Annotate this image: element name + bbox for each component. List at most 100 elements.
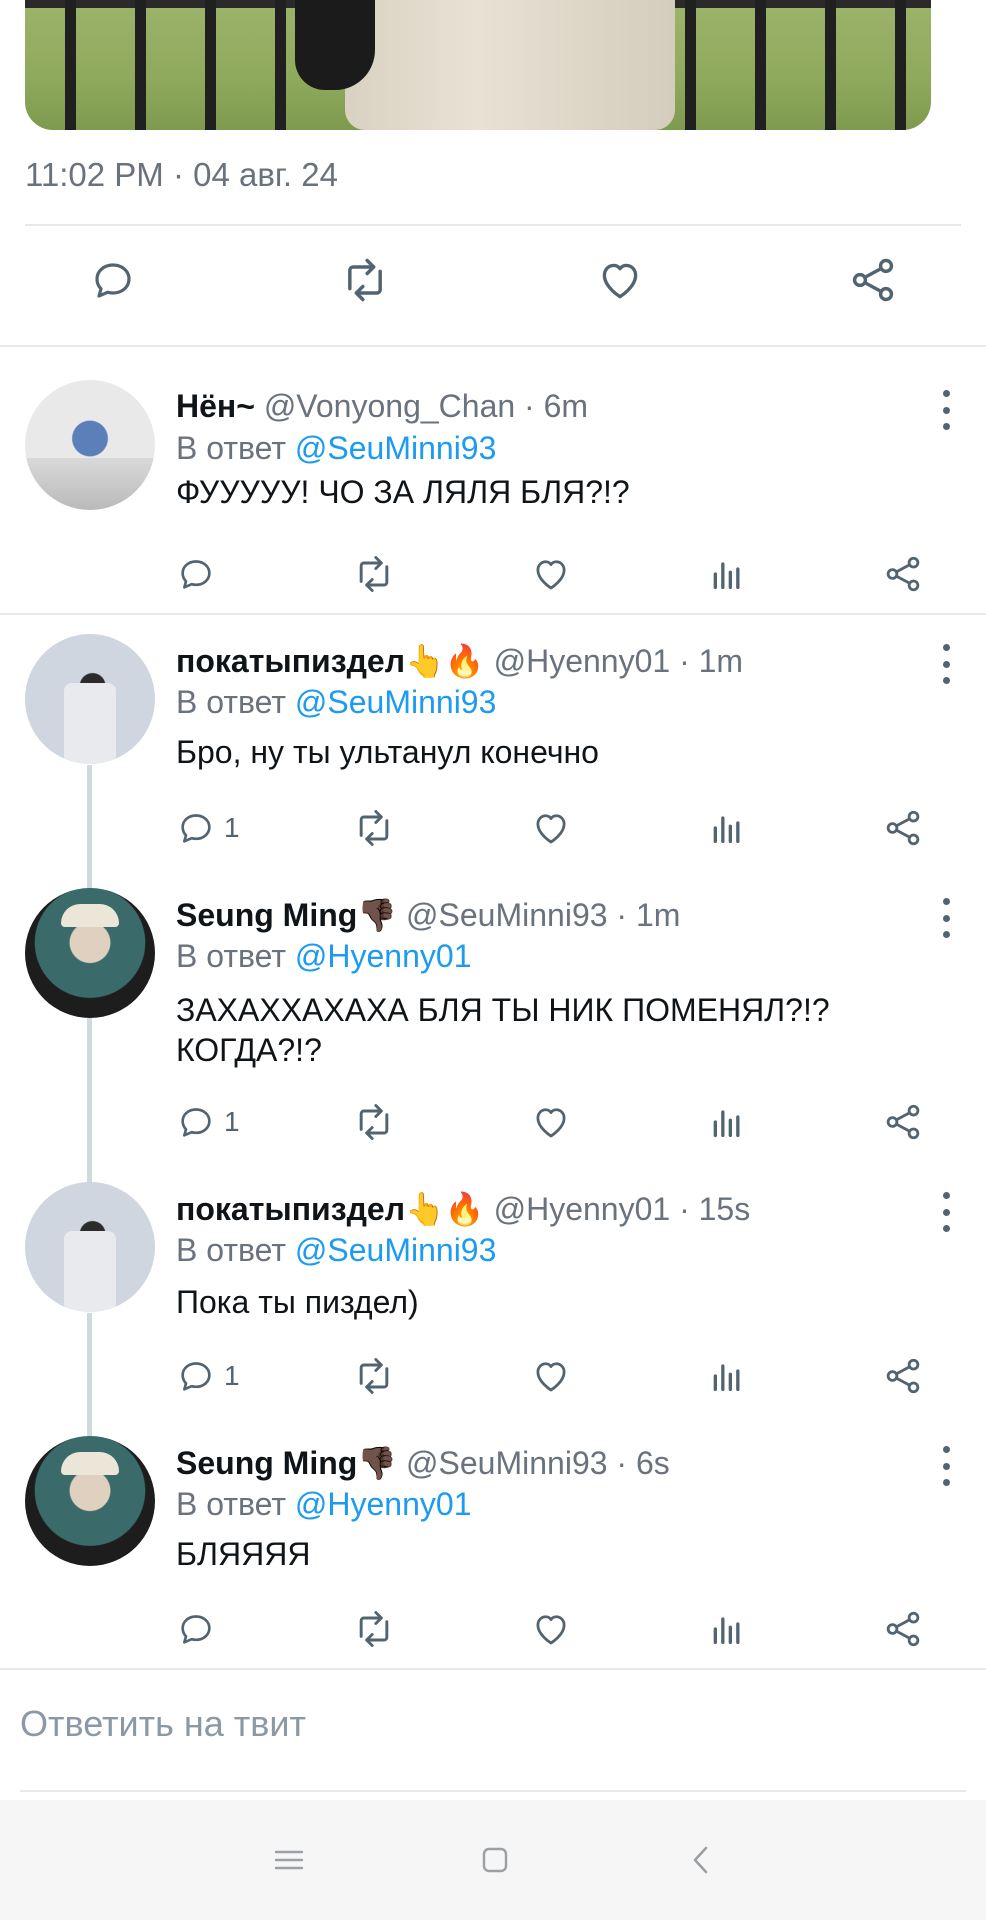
media-fence-bar	[755, 0, 766, 130]
reply-icon	[181, 1108, 211, 1137]
reply-button[interactable]	[83, 250, 143, 310]
more-options-button[interactable]	[936, 898, 956, 938]
share-button[interactable]	[882, 1097, 924, 1147]
more-options-button[interactable]	[936, 1446, 956, 1486]
reply-icon	[181, 814, 211, 843]
avatar[interactable]	[25, 888, 155, 1018]
like-button[interactable]	[530, 1097, 572, 1147]
retweet-icon	[348, 258, 382, 302]
avatar[interactable]	[25, 634, 155, 764]
like-button[interactable]	[530, 549, 572, 599]
share-button[interactable]	[882, 1604, 924, 1654]
home-nav-button[interactable]	[478, 1840, 512, 1880]
media-fence-bar	[275, 0, 286, 130]
reply-button[interactable]	[176, 549, 224, 599]
back-nav-button[interactable]	[686, 1840, 716, 1880]
system-nav-bar	[0, 1800, 986, 1920]
tweet-text: Бро, ну ты ультанул конечно	[176, 734, 599, 770]
more-options-button[interactable]	[936, 390, 956, 430]
avatar[interactable]	[25, 1436, 155, 1566]
retweet-icon	[359, 1358, 389, 1394]
like-button[interactable]	[530, 1351, 572, 1401]
like-button[interactable]	[530, 1604, 572, 1654]
reply-mention-link[interactable]: @SeuMinni93	[295, 684, 496, 720]
views-icon	[713, 1110, 740, 1137]
retweet-button[interactable]	[352, 1351, 396, 1401]
like-icon	[536, 814, 566, 844]
reply-compose-input[interactable]: Ответить на твит	[20, 1703, 306, 1745]
views-button[interactable]	[707, 803, 747, 853]
share-button[interactable]	[843, 250, 903, 310]
divider	[0, 1668, 986, 1670]
user-name[interactable]: покатыпиздел👆🔥	[176, 643, 485, 679]
tweet-media-image[interactable]	[25, 0, 931, 130]
like-icon	[536, 1108, 566, 1138]
reply-mention-link[interactable]: @SeuMinni93	[295, 1232, 496, 1268]
share-icon	[886, 556, 920, 592]
retweet-button[interactable]	[352, 803, 396, 853]
user-name[interactable]: покатыпиздел👆🔥	[176, 1191, 485, 1227]
reply-button[interactable]	[176, 1604, 224, 1654]
like-button[interactable]	[590, 250, 650, 310]
more-icon	[942, 898, 950, 905]
views-icon	[713, 1364, 740, 1391]
share-button[interactable]	[882, 1351, 924, 1401]
tweet-text: ЗАХАХХАХАХА БЛЯ ТЫ НИК ПОМЕНЯЛ?!? КОГДА?…	[176, 992, 830, 1068]
avatar[interactable]	[25, 380, 155, 510]
reply-mention-link[interactable]: @Hyenny01	[295, 1486, 472, 1522]
reply-mention-link[interactable]: @Hyenny01	[295, 938, 472, 974]
compose-underline	[20, 1790, 966, 1792]
user-handle: @SeuMinni93 · 6s	[406, 1445, 670, 1481]
more-options-button[interactable]	[936, 1192, 956, 1232]
reply-button[interactable]: 1	[176, 803, 240, 853]
more-icon	[942, 644, 950, 651]
retweet-button[interactable]	[352, 1097, 396, 1147]
reply-prefix: В ответ	[176, 684, 287, 720]
user-name[interactable]: Нён~	[176, 388, 255, 424]
more-icon	[942, 1446, 950, 1453]
views-button[interactable]	[707, 1351, 747, 1401]
media-fence-bar	[895, 0, 906, 130]
views-button[interactable]	[707, 1604, 747, 1654]
user-name[interactable]: Seung Ming👎🏿	[176, 1445, 397, 1481]
share-icon	[886, 810, 920, 846]
retweet-button[interactable]	[352, 549, 396, 599]
reply-button[interactable]: 1	[176, 1351, 240, 1401]
share-icon	[886, 1611, 920, 1647]
reply-prefix: В ответ	[176, 1486, 287, 1522]
reply-button[interactable]: 1	[176, 1097, 240, 1147]
retweet-icon	[359, 1611, 389, 1647]
divider	[25, 224, 961, 226]
share-button[interactable]	[882, 549, 924, 599]
like-icon	[536, 560, 566, 590]
retweet-button[interactable]	[335, 250, 395, 310]
avatar[interactable]	[25, 1182, 155, 1312]
user-handle: @Hyenny01 · 15s	[493, 1191, 751, 1227]
like-icon	[602, 263, 638, 299]
retweet-icon	[359, 810, 389, 846]
reply-actions: 1	[0, 803, 986, 853]
menu-nav-button[interactable]	[272, 1840, 306, 1880]
user-handle: @SeuMinni93 · 1m	[406, 897, 681, 933]
divider	[0, 613, 986, 615]
reply-mention-link[interactable]: @SeuMinni93	[295, 430, 496, 466]
user-name[interactable]: Seung Ming👎🏿	[176, 897, 397, 933]
like-button[interactable]	[530, 803, 572, 853]
like-icon	[536, 1615, 566, 1645]
reply-prefix: В ответ	[176, 430, 287, 466]
reply-actions: 1	[0, 1351, 986, 1401]
share-icon	[886, 1104, 920, 1140]
media-fence-bar	[685, 0, 696, 130]
user-handle: @Hyenny01 · 1m	[493, 643, 744, 679]
share-button[interactable]	[882, 803, 924, 853]
share-icon	[852, 258, 894, 302]
menu-icon	[274, 1850, 304, 1870]
views-button[interactable]	[707, 549, 747, 599]
tweet-text: ФУУУУУ! ЧО ЗА ЛЯЛЯ БЛЯ?!?	[176, 474, 630, 510]
media-person	[345, 0, 675, 130]
retweet-button[interactable]	[352, 1604, 396, 1654]
media-fence-bar	[825, 0, 836, 130]
more-options-button[interactable]	[936, 644, 956, 684]
tweet-text: Пока ты пиздел)	[176, 1284, 419, 1320]
views-button[interactable]	[707, 1097, 747, 1147]
